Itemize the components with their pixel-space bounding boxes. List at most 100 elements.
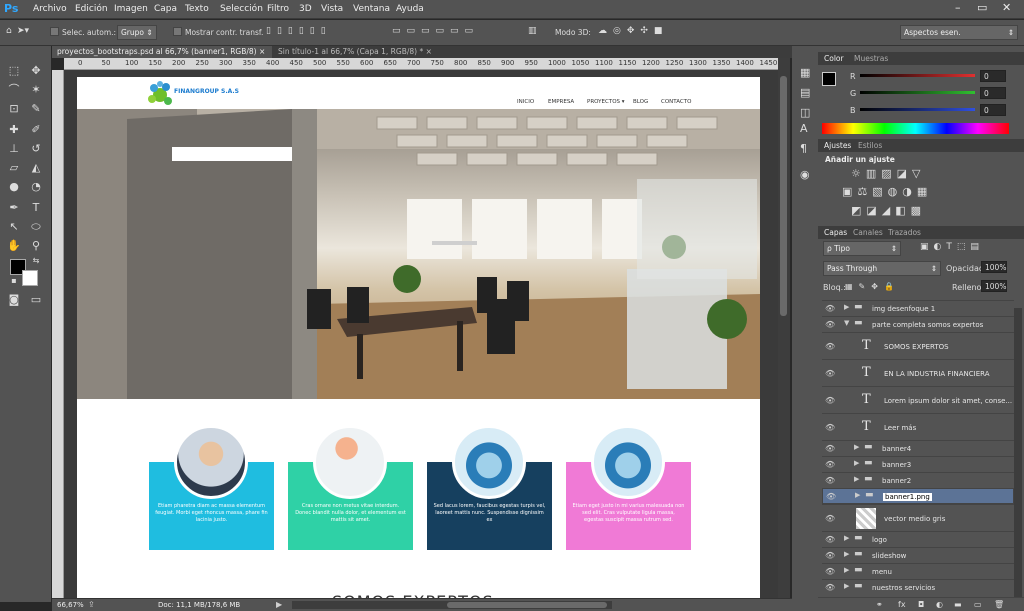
distribute-icons[interactable]: ▭▭▭▭▭▭	[392, 26, 479, 36]
3d-tools-icons[interactable]: ☁◎✥✣■	[598, 26, 668, 36]
zoom-level[interactable]: 66,67%	[57, 601, 84, 609]
layer-row[interactable]: 👁 ▶ ▬ logo	[822, 531, 1014, 547]
layer-row[interactable]: 👁 ▶ ▬ banner1.png	[822, 488, 1014, 504]
layer-filter-dropdown[interactable]: ρ Tipo ⇕	[823, 241, 901, 256]
shape-tool-icon[interactable]: ⬭	[26, 218, 46, 236]
layers-scrollbar[interactable]	[1014, 308, 1022, 598]
foreground-swatch[interactable]	[822, 72, 836, 86]
properties-icon[interactable]: ▤	[800, 86, 810, 99]
tab-trazados[interactable]: Trazados	[888, 228, 921, 237]
expand-arrow-icon[interactable]: ▶	[844, 550, 849, 558]
workspace-dropdown[interactable]: Aspectos esen. ⇕	[900, 25, 1018, 40]
clone-stamp-icon[interactable]: ⊥	[4, 140, 24, 158]
move-tool-icon[interactable]: ➤▾	[17, 26, 29, 36]
screen-mode-icon[interactable]: ▭	[26, 291, 46, 309]
visibility-eye-icon[interactable]: 👁	[825, 535, 835, 544]
move-tool-icon[interactable]: ✥	[26, 62, 46, 80]
layer-row[interactable]: 👁 T Leer más	[822, 413, 1014, 440]
delete-layer-icon[interactable]: 🗑	[994, 600, 1004, 609]
visibility-eye-icon[interactable]: 👁	[825, 423, 835, 432]
green-slider[interactable]	[860, 91, 975, 94]
type-tool-icon[interactable]: T	[26, 199, 46, 217]
auto-select-checkbox[interactable]	[50, 27, 59, 36]
eyedropper-icon[interactable]: ✎	[26, 100, 46, 118]
menu-3d[interactable]: 3D	[299, 4, 312, 14]
adjustment-layer-icon[interactable]: ◐	[936, 600, 943, 609]
visibility-eye-icon[interactable]: 👁	[825, 444, 835, 453]
new-layer-icon[interactable]: ▭	[974, 600, 982, 609]
minimize-button[interactable]: –	[955, 1, 961, 14]
tab-capas[interactable]: Capas	[824, 228, 847, 237]
blur-tool-icon[interactable]: ●	[4, 178, 24, 196]
marquee-tool-icon[interactable]: ⬚	[4, 62, 24, 80]
history-brush-icon[interactable]: ↺	[26, 140, 46, 158]
visibility-eye-icon[interactable]: 👁	[825, 342, 835, 351]
share-icon[interactable]: ⇪	[88, 600, 95, 609]
menu-filtro[interactable]: Filtro	[267, 4, 289, 14]
layer-row[interactable]: 👁 ▼ ▬ parte completa somos expertos	[822, 316, 1014, 332]
visibility-eye-icon[interactable]: 👁	[825, 320, 835, 329]
opacity-value[interactable]: 100%	[981, 261, 1007, 273]
canvas-hscrollbar[interactable]	[292, 601, 612, 609]
expand-arrow-icon[interactable]: ▶	[854, 443, 859, 451]
tab-muestras[interactable]: Muestras	[854, 54, 888, 63]
align-icons[interactable]: ▯▯▯▯▯▯	[266, 26, 332, 36]
close-window-button[interactable]: ✕	[1002, 1, 1011, 14]
info-icon[interactable]: ◫	[800, 106, 810, 119]
menu-texto[interactable]: Texto	[185, 4, 209, 14]
visibility-eye-icon[interactable]: 👁	[825, 460, 835, 469]
expand-arrow-icon[interactable]: ▶	[844, 303, 849, 311]
new-group-icon[interactable]: ▬	[954, 600, 962, 609]
nav-proyectos[interactable]: PROYECTOS ▾	[587, 99, 625, 105]
menu-archivo[interactable]: Archivo	[33, 4, 67, 14]
swap-colors-icon[interactable]: ⇆	[26, 252, 46, 270]
add-mask-icon[interactable]: ◘	[918, 600, 924, 609]
adjustment-icons-row1[interactable]: ☼▥▨◪▽	[851, 167, 926, 180]
timeline-icon[interactable]: ◉	[800, 168, 810, 181]
menu-edicion[interactable]: Edición	[75, 4, 108, 14]
quick-mask-icon[interactable]: ◙	[4, 291, 24, 309]
layer-row[interactable]: 👁 ▶ ▬ nuestros servicios	[822, 579, 1014, 595]
menu-vista[interactable]: Vista	[321, 4, 343, 14]
tab-sin-titulo[interactable]: Sin título-1 al 66,7% (Capa 1, RGB/8) * …	[273, 46, 441, 58]
transform-controls-checkbox[interactable]	[173, 27, 182, 36]
layer-row[interactable]: 👁 vector medio gris	[822, 504, 1014, 531]
menu-ventana[interactable]: Ventana	[353, 4, 390, 14]
expand-arrow-icon[interactable]: ▶	[854, 475, 859, 483]
layer-row[interactable]: 👁 ▶ ▬ banner2	[822, 472, 1014, 488]
layer-row[interactable]: 👁 ▶ ▬ banner4	[822, 440, 1014, 456]
brush-tool-icon[interactable]: ✐	[26, 121, 46, 139]
menu-seleccion[interactable]: Selección	[220, 4, 263, 14]
paragraph-icon[interactable]: ¶	[800, 142, 807, 155]
default-colors-icon[interactable]: ▪	[4, 272, 24, 290]
color-spectrum[interactable]	[822, 123, 1009, 134]
visibility-eye-icon[interactable]: 👁	[825, 369, 835, 378]
visibility-eye-icon[interactable]: 👁	[825, 476, 835, 485]
close-tab-icon[interactable]: ×	[259, 47, 265, 56]
visibility-eye-icon[interactable]: 👁	[825, 396, 835, 405]
layer-row[interactable]: 👁 T Lorem ipsum dolor sit amet, conse...	[822, 386, 1014, 413]
adjustment-icons-row2[interactable]: ▣⚖▧◍◑▦	[842, 185, 932, 198]
layer-row[interactable]: 👁 ▶ ▬ img desenfoque 1	[822, 300, 1014, 316]
red-slider[interactable]	[860, 74, 975, 77]
document-canvas[interactable]: FINANGROUP S.A.S INICIO EMPRESA PROYECTO…	[77, 77, 760, 611]
expand-arrow-icon[interactable]: ▶	[854, 459, 859, 467]
green-value[interactable]: 0	[980, 87, 1006, 99]
nav-inicio[interactable]: INICIO	[517, 99, 534, 105]
path-selection-icon[interactable]: ↖	[4, 218, 24, 236]
close-tab-icon[interactable]: ×	[426, 47, 432, 56]
menu-ayuda[interactable]: Ayuda	[396, 4, 424, 14]
hand-tool-icon[interactable]: ✋	[4, 237, 24, 255]
visibility-eye-icon[interactable]: 👁	[825, 583, 835, 592]
nav-empresa[interactable]: EMPRESA	[548, 99, 574, 105]
auto-align-icon[interactable]: ▥	[528, 26, 537, 36]
eraser-icon[interactable]: ▱	[4, 159, 24, 177]
blue-slider[interactable]	[860, 108, 975, 111]
tab-estilos[interactable]: Estilos	[858, 141, 882, 150]
blue-value[interactable]: 0	[980, 104, 1006, 116]
pen-tool-icon[interactable]: ✒	[4, 199, 24, 217]
background-color-swatch[interactable]	[22, 270, 38, 286]
canvas-vscrollbar[interactable]	[778, 58, 790, 598]
paint-bucket-icon[interactable]: ◭	[26, 159, 46, 177]
red-value[interactable]: 0	[980, 70, 1006, 82]
